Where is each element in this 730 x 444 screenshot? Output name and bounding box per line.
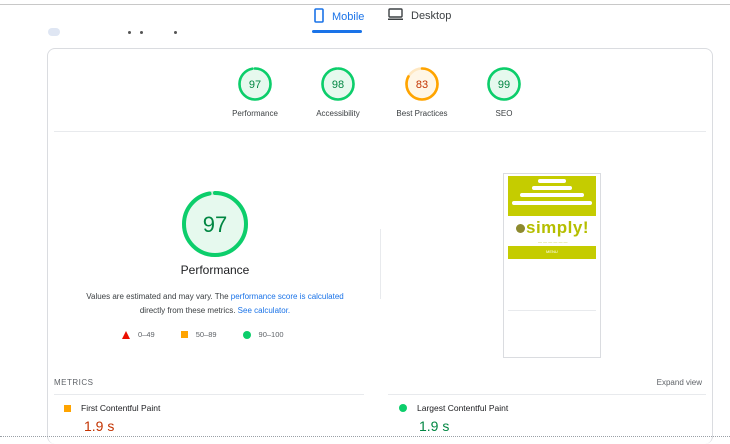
gauge-score-best-practices: 83 <box>416 79 428 91</box>
gauge-score-accessibility: 98 <box>332 79 344 91</box>
score-ring-icon: 99 <box>487 67 521 101</box>
expand-view-button[interactable]: Expand view <box>657 378 702 387</box>
square-icon <box>180 331 188 338</box>
gauge-best-practices[interactable]: 83 Best Practices <box>382 66 462 118</box>
tab-desktop[interactable]: Desktop <box>388 8 451 24</box>
divider <box>54 131 706 132</box>
active-tab-indicator <box>312 30 362 33</box>
legend-average: 50–89 <box>180 330 217 339</box>
logo-mark-icon <box>516 224 525 234</box>
thumbnail-logo: simply! <box>516 218 589 238</box>
thumbnail-divider <box>508 310 596 311</box>
metric-name: First Contentful Paint <box>81 403 161 413</box>
smartphone-icon <box>314 8 324 26</box>
bottom-border <box>0 436 730 438</box>
tab-desktop-label: Desktop <box>411 10 452 22</box>
gauge-label-performance: Performance <box>232 109 278 118</box>
url-favicon-icon <box>48 28 60 36</box>
performance-score-link[interactable]: performance score is calculated <box>231 292 344 301</box>
thumbnail-menu-bar: MENU <box>508 246 596 259</box>
gauge-label-best-practices: Best Practices <box>396 109 448 118</box>
monitor-icon <box>388 8 403 24</box>
gauge-seo[interactable]: 99 SEO <box>464 66 544 118</box>
gauge-score-performance: 97 <box>249 79 261 91</box>
metric-first-contentful-paint: First Contentful Paint 1.9 s <box>64 403 160 434</box>
gauge-accessibility[interactable]: 98 Accessibility <box>298 66 378 118</box>
see-calculator-link[interactable]: See calculator. <box>238 306 290 315</box>
tab-mobile[interactable]: Mobile <box>314 8 364 26</box>
performance-note: Values are estimated and may vary. The p… <box>86 292 344 315</box>
score-ring-icon: 97 <box>238 67 272 101</box>
scrolled-url-row <box>48 26 177 38</box>
big-score-ring-icon: 97 <box>182 191 248 257</box>
big-score-value: 97 <box>203 212 227 237</box>
page-screenshot-thumbnail[interactable]: simply! — — — — — — MENU <box>503 173 601 358</box>
metrics-heading: METRICS <box>54 378 94 387</box>
gauge-label-accessibility: Accessibility <box>316 109 360 118</box>
divider <box>54 394 364 395</box>
metric-largest-contentful-paint: Largest Contentful Paint 1.9 s <box>399 403 508 434</box>
category-gauges: 97 Performance 98 Accessibility 83 Best … <box>48 49 712 131</box>
report-card: 97 Performance 98 Accessibility 83 Best … <box>47 48 713 444</box>
gauge-performance[interactable]: 97 Performance <box>215 66 295 118</box>
triangle-icon <box>122 330 130 339</box>
circle-icon <box>242 330 251 339</box>
metric-value: 1.9 s <box>419 418 450 434</box>
legend-pass: 90–100 <box>242 330 284 339</box>
divider <box>388 394 706 395</box>
square-icon <box>64 404 71 412</box>
metric-value: 1.9 s <box>84 418 115 434</box>
gauge-score-seo: 99 <box>498 79 510 91</box>
score-ring-icon: 83 <box>405 67 439 101</box>
thumbnail-tagline: — — — — — — <box>538 239 568 244</box>
tab-mobile-label: Mobile <box>332 11 365 23</box>
score-ring-icon: 98 <box>321 67 355 101</box>
performance-title: Performance <box>180 263 250 277</box>
thumbnail-header <box>508 176 596 216</box>
circle-icon <box>399 404 407 412</box>
performance-summary: 97 Performance <box>48 189 382 277</box>
score-legend: 0–49 50–89 90–100 <box>122 330 310 339</box>
gauge-label-seo: SEO <box>495 109 513 118</box>
legend-fail: 0–49 <box>122 330 155 339</box>
vertical-divider <box>380 229 381 299</box>
metric-name: Largest Contentful Paint <box>417 403 509 413</box>
